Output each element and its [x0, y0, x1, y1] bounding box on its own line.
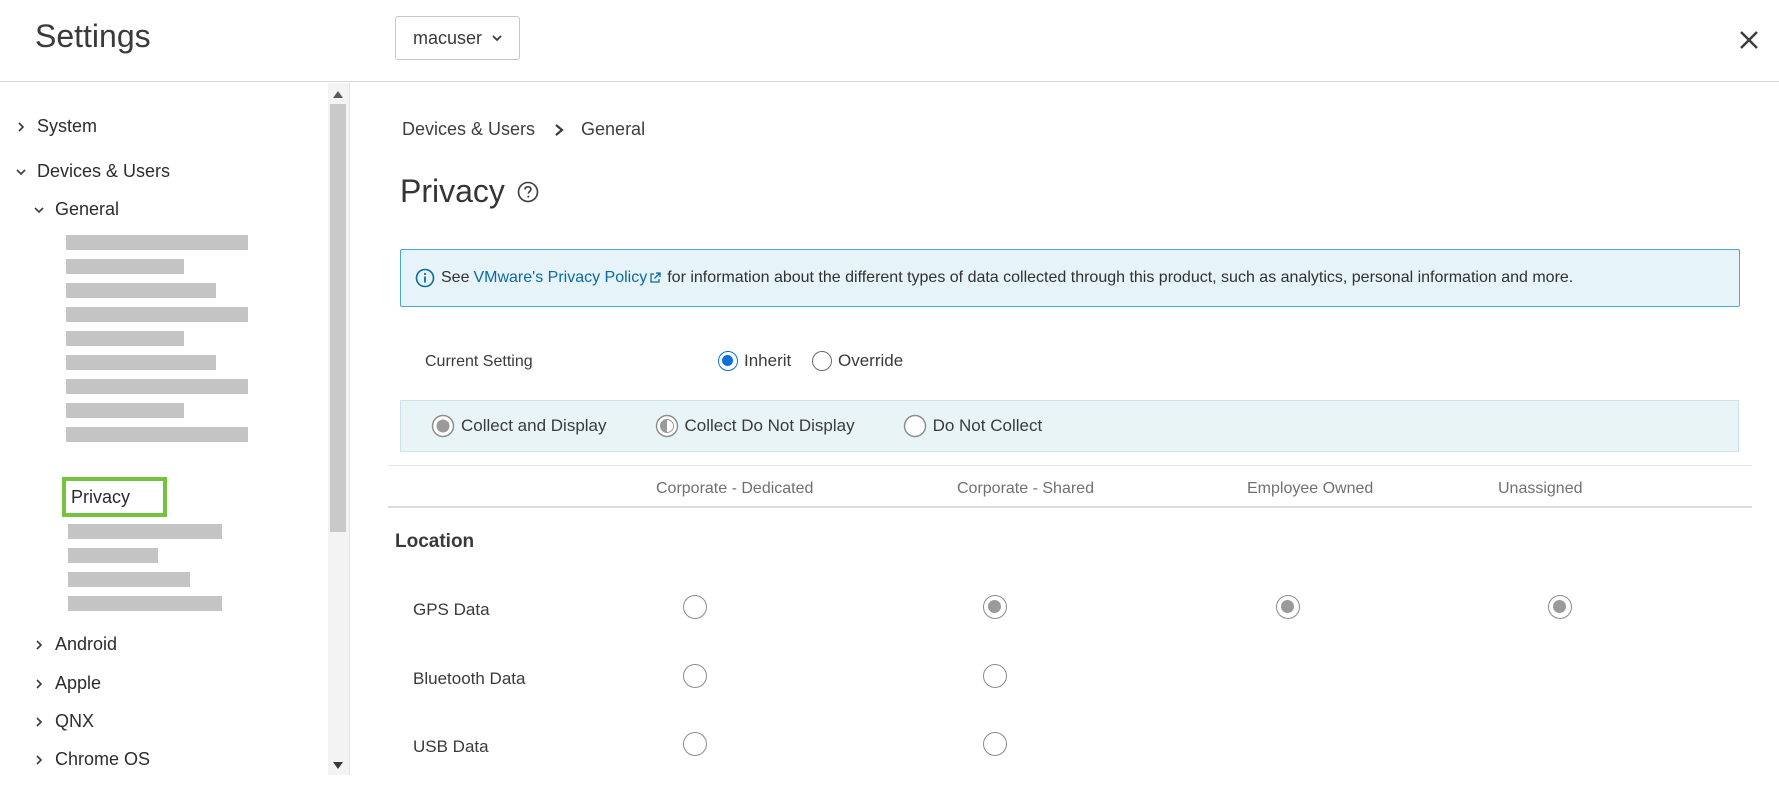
- info-banner: See VMware's Privacy Policy for informat…: [400, 249, 1740, 307]
- redacted-item[interactable]: [68, 596, 222, 611]
- override-radio[interactable]: [812, 351, 832, 371]
- sidebar-item-chrome-os[interactable]: Chrome OS: [32, 749, 150, 770]
- redacted-item[interactable]: [66, 259, 184, 274]
- help-icon[interactable]: [517, 181, 539, 203]
- legend-do-not-collect: Do Not Collect: [903, 414, 1043, 438]
- gps-corporate-dedicated-radio[interactable]: [683, 595, 707, 619]
- column-header-employee-owned: Employee Owned: [1247, 480, 1374, 497]
- header: Settings macuser: [0, 0, 1779, 82]
- app-title: Settings: [35, 18, 151, 54]
- bluetooth-corporate-shared-radio[interactable]: [983, 664, 1007, 688]
- redacted-item[interactable]: [68, 548, 158, 563]
- current-setting-label: Current Setting: [425, 353, 533, 370]
- legend-collect-display: Collect and Display: [431, 414, 607, 438]
- redacted-item[interactable]: [66, 283, 216, 298]
- chevron-right-icon: [555, 123, 564, 136]
- breadcrumb-parent[interactable]: Devices & Users: [402, 119, 535, 140]
- sidebar-scroll-thumb[interactable]: [330, 104, 346, 532]
- user-select-dropdown[interactable]: macuser: [395, 16, 520, 60]
- info-suffix: for information about the different type…: [667, 269, 1574, 286]
- bluetooth-corporate-dedicated-radio[interactable]: [683, 664, 707, 688]
- collect-display-icon: [431, 414, 455, 438]
- do-not-collect-icon: [903, 414, 926, 438]
- chevron-right-icon: [36, 716, 43, 727]
- gps-employee-owned-radio[interactable]: [1276, 595, 1300, 619]
- sidebar-item-label: Devices & Users: [37, 161, 171, 181]
- user-select-value: macuser: [413, 27, 483, 48]
- redacted-item[interactable]: [66, 331, 184, 346]
- chevron-right-icon: [18, 121, 25, 132]
- legend-label: Do Not Collect: [932, 416, 1043, 435]
- legend-bar: Collect and Display Collect Do Not Displ…: [400, 400, 1739, 452]
- column-header-corporate-dedicated: Corporate - Dedicated: [656, 480, 814, 497]
- info-prefix: See: [441, 269, 470, 286]
- sidebar-item-label: Apple: [55, 673, 102, 693]
- sidebar-item-apple[interactable]: Apple: [32, 673, 101, 694]
- legend-label: Collect and Display: [461, 416, 607, 435]
- sidebar-item-general[interactable]: General: [32, 199, 119, 220]
- page-title-text: Privacy: [400, 173, 505, 209]
- page-title: Privacy: [400, 173, 539, 210]
- sidebar-item-label: Android: [55, 634, 118, 654]
- usb-corporate-dedicated-radio[interactable]: [683, 732, 707, 756]
- breadcrumb-current: General: [581, 119, 646, 139]
- column-header-corporate-shared: Corporate - Shared: [957, 480, 1094, 497]
- sidebar-item-system[interactable]: System: [14, 116, 97, 137]
- external-link-icon[interactable]: [649, 272, 661, 284]
- column-headers: Corporate - Dedicated Corporate - Shared…: [388, 465, 1752, 508]
- redacted-item[interactable]: [66, 235, 248, 250]
- override-radio-option[interactable]: Override: [812, 351, 903, 371]
- chevron-right-icon: [36, 639, 43, 650]
- collect-no-display-icon: [655, 414, 678, 438]
- legend-collect-no-display: Collect Do Not Display: [655, 414, 855, 438]
- bluetooth-data-label: Bluetooth Data: [413, 669, 526, 688]
- gps-corporate-shared-radio[interactable]: [983, 595, 1007, 619]
- sidebar-item-label: Chrome OS: [55, 749, 151, 769]
- sidebar-item-label: General: [55, 199, 120, 219]
- redacted-item[interactable]: [68, 524, 222, 539]
- sidebar-item-qnx[interactable]: QNX: [32, 711, 94, 732]
- breadcrumb: Devices & Users General: [402, 119, 645, 140]
- scroll-down-arrow-icon[interactable]: [333, 762, 343, 770]
- scroll-up-arrow-icon[interactable]: [333, 90, 343, 98]
- chevron-down-icon: [492, 35, 502, 42]
- redacted-item[interactable]: [66, 379, 248, 394]
- override-label: Override: [838, 351, 904, 370]
- sidebar-item-devices-users[interactable]: Devices & Users: [14, 161, 170, 182]
- info-icon: [415, 268, 435, 288]
- sidebar-item-label: QNX: [55, 711, 95, 731]
- inherit-label: Inherit: [744, 351, 792, 370]
- inherit-radio-option[interactable]: Inherit: [718, 351, 791, 371]
- redacted-item[interactable]: [66, 355, 216, 370]
- redacted-item[interactable]: [66, 427, 248, 442]
- main-content: Devices & Users General Privacy See VMwa…: [350, 83, 1779, 797]
- close-icon[interactable]: [1735, 26, 1763, 54]
- sidebar-item-android[interactable]: Android: [32, 634, 117, 655]
- gps-data-label: GPS Data: [413, 600, 490, 619]
- column-header-unassigned: Unassigned: [1498, 480, 1583, 497]
- privacy-policy-link[interactable]: VMware's Privacy Policy: [473, 269, 647, 287]
- usb-data-label: USB Data: [413, 737, 489, 756]
- location-section-title: Location: [395, 531, 475, 552]
- redacted-item[interactable]: [66, 307, 248, 322]
- redacted-item[interactable]: [66, 403, 184, 418]
- inherit-radio[interactable]: [718, 351, 738, 371]
- usb-corporate-shared-radio[interactable]: [983, 732, 1007, 756]
- chevron-right-icon: [36, 754, 43, 765]
- sidebar-item-privacy[interactable]: Privacy: [62, 477, 167, 517]
- gps-unassigned-radio[interactable]: [1548, 595, 1572, 619]
- sidebar: System Devices & Users General Privacy A…: [0, 83, 330, 775]
- legend-label: Collect Do Not Display: [684, 416, 855, 435]
- chevron-right-icon: [36, 678, 43, 689]
- chevron-down-icon: [16, 168, 26, 175]
- redacted-item[interactable]: [68, 572, 190, 587]
- sidebar-item-label: System: [37, 116, 98, 136]
- chevron-down-icon: [34, 206, 44, 213]
